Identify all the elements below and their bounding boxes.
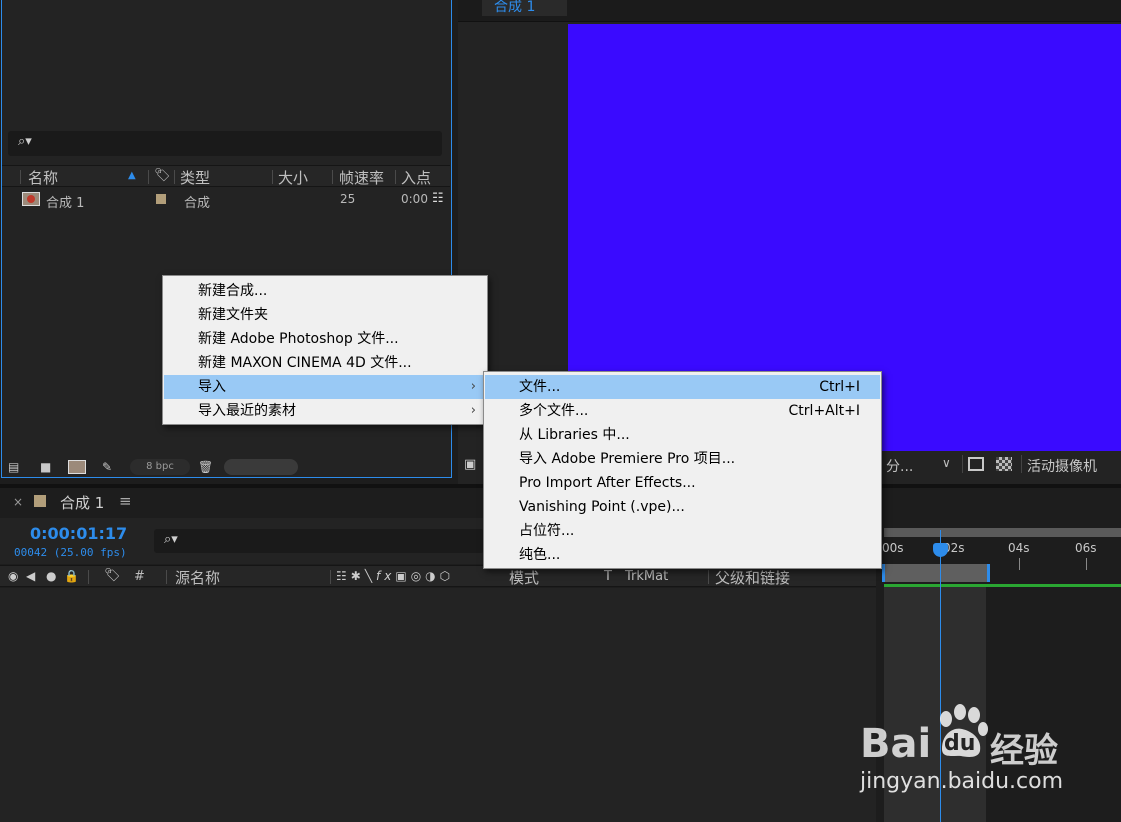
project-search-input[interactable]: ⌕▾ — [8, 131, 442, 156]
menu-item-new-folder[interactable]: 新建文件夹 — [164, 303, 486, 327]
visibility-icon[interactable]: ◉ — [8, 569, 18, 583]
submenu-item-pro-import[interactable]: Pro Import After Effects... — [485, 471, 880, 495]
column-name[interactable]: 名称 — [28, 167, 58, 188]
shortcut-label: Ctrl+I — [819, 379, 860, 395]
time-navigator-bar[interactable] — [884, 528, 1121, 537]
close-icon[interactable]: × — [13, 495, 23, 509]
composition-icon — [22, 192, 40, 206]
work-area-bar[interactable] — [882, 564, 990, 582]
context-menu: 新建合成... 新建文件夹 新建 Adobe Photoshop 文件... 新… — [162, 275, 488, 425]
label-tag-icon[interactable]: 🏷 — [154, 168, 171, 183]
chevron-right-icon: › — [470, 403, 476, 418]
sort-ascending-icon[interactable]: ▲ — [128, 170, 136, 181]
active-camera-dropdown[interactable]: 活动摄像机 — [1027, 456, 1097, 476]
column-framerate[interactable]: 帧速率 — [339, 167, 384, 188]
current-timecode[interactable]: 0:00:01:17 — [30, 524, 127, 543]
baidu-jingyan-watermark: Bai du 经验 jingyan.baidu.com — [860, 703, 1070, 803]
ruler-label: 04s — [1008, 541, 1030, 555]
column-size[interactable]: 大小 — [278, 167, 308, 188]
render-cache-bar — [884, 584, 1121, 587]
watermark-brand-du: du — [944, 731, 976, 756]
audio-icon[interactable]: ◀ — [26, 569, 35, 583]
watermark-brand: Bai — [860, 721, 932, 767]
snapshot-icon[interactable]: ▣ — [464, 457, 476, 472]
pen-icon[interactable]: ✎ — [102, 460, 120, 474]
region-of-interest-icon[interactable] — [968, 457, 984, 471]
project-column-header: 名称 ▲ 🏷 类型 大小 帧速率 入点 — [2, 165, 450, 187]
submenu-item-solid[interactable]: 纯色... — [485, 543, 880, 567]
column-trkmat[interactable]: TrkMat — [625, 569, 668, 584]
watermark-url: jingyan.baidu.com — [860, 769, 1064, 794]
submenu-item-from-libraries[interactable]: 从 Libraries 中... — [485, 423, 880, 447]
column-parent-link[interactable]: 父级和链接 — [715, 567, 790, 588]
shortcut-label: Ctrl+Alt+I — [788, 403, 860, 419]
menu-item-new-composition[interactable]: 新建合成... — [164, 279, 486, 303]
timeline-comp-tab[interactable]: 合成 1 — [60, 492, 104, 513]
layer-switches-icons[interactable]: ☷✱╲fx▣◎◑⬡ — [336, 569, 454, 583]
column-source-name[interactable]: 源名称 — [175, 567, 220, 588]
bit-depth-button[interactable]: 8 bpc — [130, 459, 190, 475]
label-color-swatch[interactable] — [34, 495, 46, 507]
new-composition-icon[interactable] — [68, 460, 86, 474]
panel-menu-icon[interactable]: ≡ — [119, 492, 132, 510]
import-submenu: 文件... Ctrl+I 多个文件... Ctrl+Alt+I 从 Librar… — [483, 371, 882, 569]
project-item-row[interactable]: 合成 1 合成 25 0:00 ☷ — [2, 189, 450, 211]
item-in-point: 0:00 — [401, 192, 428, 206]
transparency-grid-icon[interactable] — [996, 457, 1012, 471]
search-icon: ⌕▾ — [18, 134, 32, 149]
menu-item-new-photoshop-file[interactable]: 新建 Adobe Photoshop 文件... — [164, 327, 486, 351]
tab-composition[interactable]: 合成 1 — [482, 0, 567, 16]
submenu-item-placeholder[interactable]: 占位符... — [485, 519, 880, 543]
item-name: 合成 1 — [46, 196, 85, 211]
item-type: 合成 — [184, 196, 211, 211]
submenu-item-multiple-files[interactable]: 多个文件... Ctrl+Alt+I — [485, 399, 880, 423]
chevron-right-icon: › — [470, 379, 476, 394]
timeline-search-input[interactable]: ⌕▾ — [154, 529, 484, 553]
column-t: T — [604, 569, 612, 584]
frame-info: 00042 (25.00 fps) — [14, 546, 127, 559]
column-number: # — [134, 569, 145, 584]
ruler-label: 06s — [1075, 541, 1097, 555]
trash-icon[interactable]: 🗑 — [198, 460, 216, 474]
resolution-dropdown[interactable]: 分... — [886, 456, 913, 476]
submenu-item-file[interactable]: 文件... Ctrl+I — [485, 375, 880, 399]
interpret-footage-icon[interactable]: ▤ — [8, 460, 26, 474]
column-type[interactable]: 类型 — [180, 167, 210, 188]
submenu-item-premiere-project[interactable]: 导入 Adobe Premiere Pro 项目... — [485, 447, 880, 471]
ruler-label: 00s — [882, 541, 904, 555]
horizontal-scrollbar[interactable] — [224, 459, 298, 475]
chevron-down-icon[interactable]: ∨ — [942, 456, 951, 470]
search-icon: ⌕▾ — [164, 532, 178, 547]
item-fps: 25 — [340, 192, 356, 206]
project-footer-toolbar: ▤ ■ ✎ 8 bpc 🗑 — [2, 457, 450, 477]
watermark-suffix: 经验 — [990, 731, 1058, 771]
label-color-swatch[interactable] — [156, 194, 166, 204]
lock-icon[interactable]: 🔒 — [64, 569, 79, 583]
flowchart-icon[interactable]: ☷ — [432, 191, 444, 206]
solo-icon[interactable]: ● — [46, 569, 56, 583]
menu-item-import[interactable]: 导入 › — [164, 375, 486, 399]
layer-list[interactable] — [0, 588, 876, 822]
column-in-point[interactable]: 入点 — [401, 167, 431, 188]
menu-item-import-recent[interactable]: 导入最近的素材 › — [164, 399, 486, 423]
column-mode[interactable]: 模式 — [509, 567, 539, 588]
label-tag-icon[interactable]: 🏷 — [104, 568, 121, 583]
menu-item-new-cinema4d-file[interactable]: 新建 MAXON CINEMA 4D 文件... — [164, 351, 486, 375]
submenu-item-vanishing-point[interactable]: Vanishing Point (.vpe)... — [485, 495, 880, 519]
new-folder-icon[interactable]: ■ — [40, 460, 58, 474]
